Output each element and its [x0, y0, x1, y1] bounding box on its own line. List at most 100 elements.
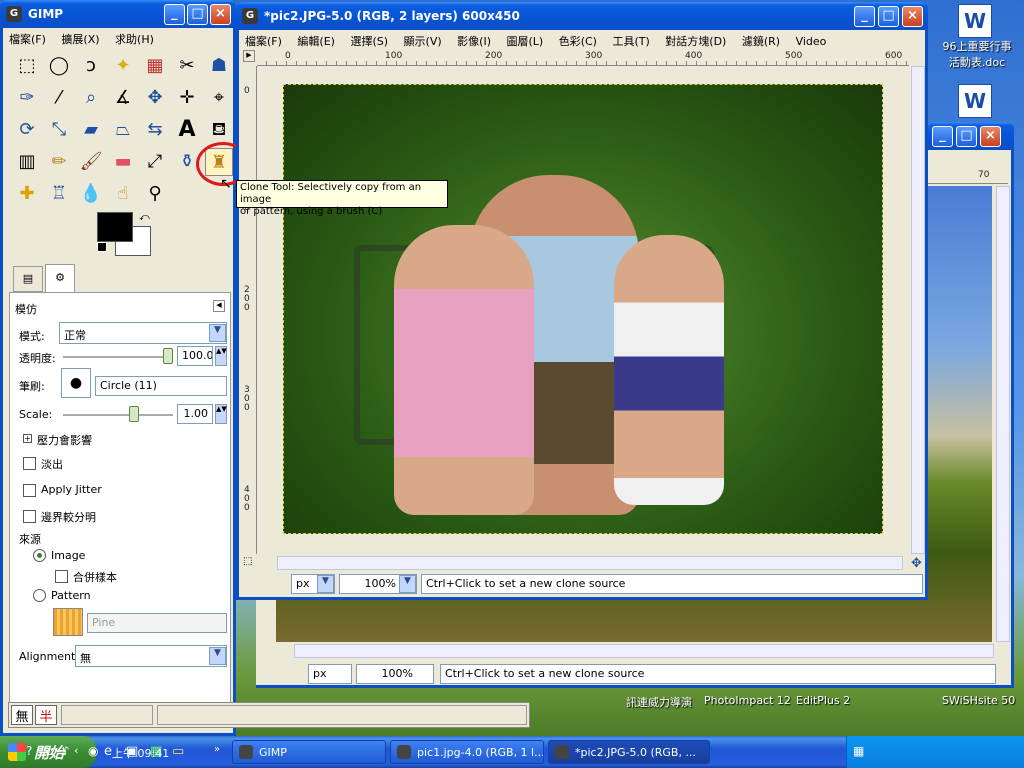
pattern-preview-button[interactable] — [53, 608, 83, 636]
toolbox-titlebar[interactable]: G GIMP _ □ × — [0, 0, 236, 28]
text-tool-icon[interactable]: A — [173, 116, 201, 144]
scale-spin-icon[interactable]: ▲▼ — [215, 404, 227, 424]
tab-layers[interactable]: ▤ — [13, 266, 43, 292]
tool-options-menu-icon[interactable]: ◀ — [213, 300, 225, 312]
toolbox-menu-file[interactable]: 檔案(F) — [3, 28, 52, 50]
blur-tool-icon[interactable]: 💧 — [77, 180, 105, 208]
image-menu-video[interactable]: Video — [790, 32, 833, 51]
swap-colors-icon[interactable]: ⤺ — [139, 212, 150, 223]
brush-preview-button[interactable]: ● — [61, 368, 91, 398]
back-close-button[interactable]: × — [980, 126, 1001, 147]
image-menu-view[interactable]: 顯示(V) — [398, 30, 448, 52]
dodge-burn-tool-icon[interactable]: ⚲ — [141, 180, 169, 208]
blend-tool-icon[interactable]: ▥ — [13, 148, 41, 176]
zoom-dropdown-icon[interactable]: ▼ — [399, 575, 416, 593]
back-horizontal-scrollbar[interactable] — [294, 644, 994, 658]
jitter-checkbox[interactable] — [23, 484, 36, 497]
ime-width-button[interactable]: 半 — [35, 705, 57, 725]
flip-tool-icon[interactable]: ⇆ — [141, 116, 169, 144]
crop-tool-icon[interactable]: ⌖ — [205, 84, 233, 112]
opacity-slider[interactable] — [63, 356, 173, 358]
horizontal-scrollbar[interactable] — [277, 556, 903, 570]
scale-slider[interactable] — [63, 414, 173, 416]
reset-colors-icon[interactable] — [97, 242, 107, 252]
ime-toolbar[interactable]: 無 半 — [8, 702, 530, 728]
ellipse-select-tool-icon[interactable]: ◯ — [45, 52, 73, 80]
image-menu-edit[interactable]: 編輯(E) — [291, 30, 341, 52]
tray-expand-icon[interactable]: ‹ — [74, 744, 78, 757]
image-menu-image[interactable]: 影像(I) — [451, 30, 497, 52]
opacity-spin-icon[interactable]: ▲▼ — [215, 346, 227, 366]
heal-tool-icon[interactable]: ✚ — [13, 180, 41, 208]
quicklaunch-folder-icon[interactable]: ▭ — [172, 744, 184, 759]
smudge-tool-icon[interactable]: ☝ — [109, 180, 137, 208]
toolbox-menu-extensions[interactable]: 擴展(X) — [55, 28, 105, 50]
task-gimp[interactable]: GIMP — [232, 740, 386, 764]
source-image-radio[interactable] — [33, 549, 46, 562]
free-select-tool-icon[interactable]: ↄ — [77, 52, 105, 80]
pressure-expander-icon[interactable]: + — [23, 434, 32, 443]
foreground-select-tool-icon[interactable]: ☗ — [205, 52, 233, 80]
launcher-label-editplus[interactable]: EditPlus 2 — [796, 694, 850, 707]
foreground-color-swatch[interactable] — [97, 212, 133, 242]
desktop-word-doc-icon[interactable]: W — [958, 4, 992, 38]
back-window-titlebar[interactable]: _ □ × — [928, 122, 1014, 150]
paintbrush-tool-icon[interactable]: 🖌 — [77, 148, 105, 176]
back-unit-select[interactable]: px — [308, 664, 352, 684]
tray-network-icon[interactable]: ⌂ — [46, 744, 54, 758]
scale-input[interactable]: 1.00 — [177, 404, 213, 424]
gimp-toolbox-window[interactable]: G GIMP _ □ × 檔案(F) 擴展(X) 求助(H) ⬚ ◯ ↄ ✦ ▦… — [0, 0, 250, 736]
tray-help-icon[interactable]: ? — [26, 744, 32, 758]
zoom-tool-icon[interactable]: ⌕ — [77, 84, 105, 112]
opacity-slider-knob[interactable] — [163, 348, 173, 364]
image-menu-colors[interactable]: 色彩(C) — [553, 30, 603, 52]
align-tool-icon[interactable]: ✛ — [173, 84, 201, 112]
airbrush-tool-icon[interactable]: ⤢ — [141, 148, 169, 176]
color-select-tool-icon[interactable]: ▦ — [141, 52, 169, 80]
image-menu-file[interactable]: 檔案(F) — [239, 30, 288, 52]
rotate-tool-icon[interactable]: ⟳ — [13, 116, 41, 144]
image-menu-select[interactable]: 選擇(S) — [344, 30, 394, 52]
source-pattern-radio[interactable] — [33, 589, 46, 602]
navigate-icon[interactable]: ✥ — [911, 556, 922, 571]
canvas-photo[interactable] — [283, 84, 883, 534]
image-window-titlebar[interactable]: G *pic2.JPG-5.0 (RGB, 2 layers) 600x450 … — [236, 2, 928, 30]
tray-keyboard-icon[interactable]: ▦ — [853, 744, 864, 758]
quick-mask-icon[interactable]: ⬚ — [243, 556, 252, 567]
task-pic2[interactable]: *pic2.JPG-5.0 (RGB, ... — [548, 740, 710, 764]
pencil-tool-icon[interactable]: ✏ — [45, 148, 73, 176]
desktop-icon-label[interactable]: 96上重要行事 活動表.doc — [930, 38, 1024, 70]
scale-tool-icon[interactable]: ⤡ — [45, 116, 73, 144]
tray-volume-icon[interactable]: ♪ — [62, 744, 70, 758]
launcher-label-swishsite[interactable]: SWiSHsite 50 — [942, 694, 1015, 707]
image-menu-layer[interactable]: 圖層(L) — [500, 30, 549, 52]
back-minimize-button[interactable]: _ — [932, 126, 953, 147]
ime-mode-button[interactable]: 無 — [11, 705, 33, 725]
clock[interactable]: 上午 09:41 — [112, 745, 169, 761]
back-vertical-scrollbar[interactable] — [996, 186, 1010, 642]
launcher-label-photoimpact[interactable]: PhotoImpact 12 — [704, 694, 791, 707]
image-minimize-button[interactable]: _ — [854, 6, 875, 27]
fuzzy-select-tool-icon[interactable]: ✦ — [109, 52, 137, 80]
color-picker-tool-icon[interactable]: ⁄ — [45, 84, 73, 112]
image-menu-dialogs[interactable]: 對話方塊(D) — [659, 30, 732, 52]
toolbox-minimize-button[interactable]: _ — [164, 4, 185, 25]
image-menu-tools[interactable]: 工具(T) — [606, 30, 655, 52]
image-menu-filters[interactable]: 濾鏡(R) — [736, 30, 786, 52]
image-window[interactable]: G *pic2.JPG-5.0 (RGB, 2 layers) 600x450 … — [236, 2, 928, 600]
alignment-dropdown-icon[interactable]: ▼ — [209, 647, 226, 665]
scissors-tool-icon[interactable]: ✂ — [173, 52, 201, 80]
shear-tool-icon[interactable]: ▰ — [77, 116, 105, 144]
toolbox-maximize-button[interactable]: □ — [187, 4, 208, 25]
sample-merged-checkbox[interactable] — [55, 570, 68, 583]
move-tool-icon[interactable]: ✥ — [141, 84, 169, 112]
task-pic1[interactable]: pic1.jpg-4.0 (RGB, 1 l... — [390, 740, 544, 764]
unit-dropdown-icon[interactable]: ▼ — [317, 575, 334, 593]
toolbox-menu-help[interactable]: 求助(H) — [109, 28, 160, 50]
mode-select[interactable]: 正常 — [59, 322, 227, 344]
bucket-fill-tool-icon[interactable]: ⛾ — [205, 116, 233, 144]
menu-arrow-icon[interactable]: ▶ — [243, 50, 255, 62]
rect-select-tool-icon[interactable]: ⬚ — [13, 52, 41, 80]
image-close-button[interactable]: × — [902, 6, 923, 27]
tab-tool-options[interactable]: ⚙ — [45, 264, 75, 292]
